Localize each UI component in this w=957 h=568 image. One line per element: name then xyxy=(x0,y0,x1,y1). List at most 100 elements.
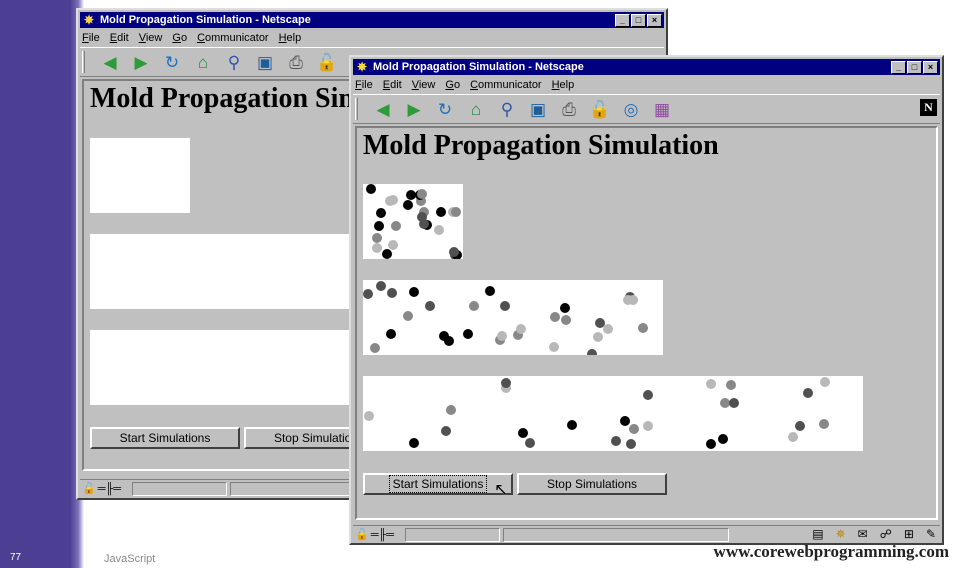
mold-spot xyxy=(643,390,653,400)
mold-spot xyxy=(638,323,648,333)
shop-icon[interactable]: ◎ xyxy=(619,99,643,121)
mold-canvas-medium xyxy=(363,280,663,355)
mold-spot xyxy=(706,439,716,449)
toolbar-grip[interactable] xyxy=(355,98,358,120)
mold-spot xyxy=(409,438,419,448)
mold-spot xyxy=(409,287,419,297)
title-bar[interactable]: ✵ Mold Propagation Simulation - Netscape… xyxy=(80,12,664,28)
search-icon[interactable]: ⚲ xyxy=(222,52,246,74)
connection-icon: ═╟═ xyxy=(370,529,395,541)
close-button[interactable]: × xyxy=(923,61,938,74)
menu-go[interactable]: Go xyxy=(172,30,187,46)
discussions-icon[interactable]: ☍ xyxy=(880,527,892,542)
mold-spot xyxy=(446,405,456,415)
lock-status-icon: 🔓 xyxy=(355,529,369,541)
mold-spot xyxy=(550,312,560,322)
menu-edit[interactable]: Edit xyxy=(383,77,402,93)
slide-topic: JavaScript xyxy=(104,553,156,565)
minimize-button[interactable]: _ xyxy=(891,61,906,74)
my-netscape-icon[interactable]: ▣ xyxy=(253,52,277,74)
stop-icon[interactable]: ▦ xyxy=(650,99,674,121)
status-field xyxy=(405,528,500,542)
menu-view[interactable]: View xyxy=(139,30,163,46)
mold-spot xyxy=(417,189,427,199)
title-bar[interactable]: ✵ Mold Propagation Simulation - Netscape… xyxy=(353,59,940,75)
mold-spot xyxy=(525,438,535,448)
mold-spot xyxy=(560,303,570,313)
forward-icon[interactable]: ▶ xyxy=(129,52,153,74)
mold-spot xyxy=(370,343,380,353)
mold-spot xyxy=(518,428,528,438)
back-icon[interactable]: ◀ xyxy=(371,99,395,121)
mold-spot xyxy=(485,286,495,296)
composer-icon[interactable]: ⊞ xyxy=(904,527,914,542)
home-icon[interactable]: ⌂ xyxy=(464,99,488,121)
mold-spot xyxy=(819,419,829,429)
mold-spot xyxy=(372,243,382,253)
maximize-button[interactable]: □ xyxy=(907,61,922,74)
start-simulations-button[interactable]: Start Simulations xyxy=(90,427,240,449)
stop-simulations-label: Stop Simulations xyxy=(546,477,638,491)
reload-icon[interactable]: ↻ xyxy=(433,99,457,121)
navigator-icon[interactable]: ✵ xyxy=(836,527,846,542)
mold-spot xyxy=(374,221,384,231)
menu-communicator[interactable]: Communicator xyxy=(470,77,542,93)
mouse-cursor-icon: ↖ xyxy=(494,480,509,499)
mold-spot xyxy=(364,411,374,421)
mold-spot xyxy=(603,324,613,334)
mold-spot xyxy=(382,249,392,259)
mold-spot xyxy=(718,434,728,444)
window-title: Mold Propagation Simulation - Netscape xyxy=(100,14,311,26)
search-icon[interactable]: ⚲ xyxy=(495,99,519,121)
mold-spot xyxy=(643,421,653,431)
my-netscape-icon[interactable]: ▣ xyxy=(526,99,550,121)
print-icon[interactable]: ⎙ xyxy=(557,99,581,121)
print-icon[interactable]: ⎙ xyxy=(284,52,308,74)
menu-help[interactable]: Help xyxy=(552,77,575,93)
security-icon[interactable]: 🔓 xyxy=(315,52,339,74)
menu-communicator[interactable]: Communicator xyxy=(197,30,269,46)
close-button[interactable]: × xyxy=(647,14,662,27)
navigation-toolbar: ◀ ▶ ↻ ⌂ ⚲ ▣ ⎙ 🔓 ◎ ▦ N xyxy=(353,94,940,124)
menu-go[interactable]: Go xyxy=(445,77,460,93)
menu-file[interactable]: File xyxy=(82,30,100,46)
mold-spot xyxy=(626,439,636,449)
home-icon[interactable]: ⌂ xyxy=(191,52,215,74)
forward-icon[interactable]: ▶ xyxy=(402,99,426,121)
menu-view[interactable]: View xyxy=(412,77,436,93)
netscape-logo[interactable]: N xyxy=(920,99,937,116)
mailbox-icon[interactable]: ✉ xyxy=(858,527,868,542)
mold-spot xyxy=(497,331,507,341)
mold-spot xyxy=(451,207,461,217)
mold-spot xyxy=(366,184,376,194)
mold-spot xyxy=(439,331,449,341)
menu-help[interactable]: Help xyxy=(279,30,302,46)
component-bar-icon[interactable]: ▤ xyxy=(812,527,823,542)
start-simulations-button[interactable]: Start Simulations xyxy=(363,473,513,495)
mold-spot xyxy=(436,207,446,217)
menu-file[interactable]: File xyxy=(355,77,373,93)
mold-spot xyxy=(376,208,386,218)
stop-simulations-button[interactable]: Stop Simulations xyxy=(517,473,667,495)
edit-icon[interactable]: ✎ xyxy=(926,527,936,542)
maximize-button[interactable]: □ xyxy=(631,14,646,27)
reload-icon[interactable]: ↻ xyxy=(160,52,184,74)
toolbar-grip[interactable] xyxy=(82,51,85,73)
mold-spot xyxy=(500,301,510,311)
mold-spot xyxy=(388,240,398,250)
start-simulations-label: Start Simulations xyxy=(119,431,211,445)
mold-spot xyxy=(376,281,386,291)
menu-edit[interactable]: Edit xyxy=(110,30,129,46)
mold-spot xyxy=(449,247,459,257)
menu-bar: File Edit View Go Communicator Help xyxy=(82,30,301,46)
mold-spot xyxy=(729,398,739,408)
mold-spot xyxy=(387,288,397,298)
back-icon[interactable]: ◀ xyxy=(98,52,122,74)
lock-status-icon: 🔓 xyxy=(82,483,96,495)
mold-canvas-small xyxy=(90,138,190,213)
mold-spot xyxy=(587,349,597,355)
mold-spot xyxy=(372,233,382,243)
security-icon[interactable]: 🔓 xyxy=(588,99,612,121)
mold-spot xyxy=(363,289,373,299)
minimize-button[interactable]: _ xyxy=(615,14,630,27)
